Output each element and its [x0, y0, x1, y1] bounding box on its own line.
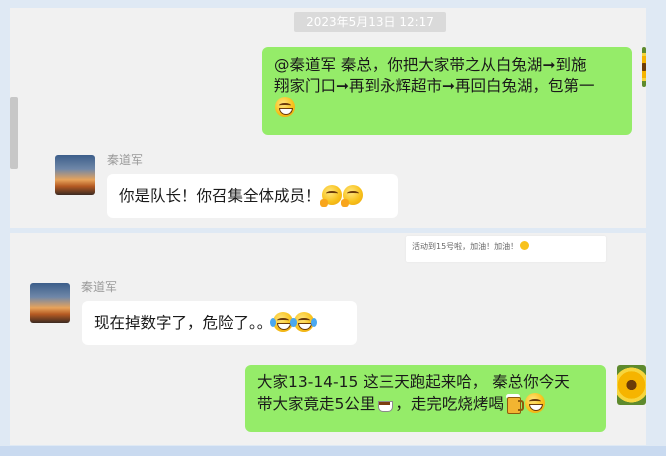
message-text-part: 翔家门口	[274, 77, 337, 95]
avatar-me[interactable]	[617, 365, 646, 405]
arrow-right-icon: ➞	[336, 77, 350, 95]
snippet-text: 活动到15号啦，加油！加油！	[412, 242, 519, 251]
beer-mug-icon	[505, 393, 524, 414]
laugh-cry-icon	[291, 312, 318, 332]
message-text-part: 再到永辉超市	[349, 77, 443, 95]
laugh-cry-icon	[270, 312, 297, 332]
thinking-face-icon	[319, 185, 342, 207]
sender-name: 秦道军	[107, 153, 144, 167]
message-text: 你是队长！你召集全体成员！	[119, 187, 321, 205]
quoted-message-snippet[interactable]: 活动到15号啦，加油！加油！	[406, 236, 606, 262]
thinking-face-icon	[340, 185, 363, 207]
arrow-right-icon: ➞	[442, 77, 456, 95]
message-text-part: @秦道军 秦总，你把大家带之从白兔湖	[274, 56, 543, 74]
message-bubble-received[interactable]: 现在掉数字了，危险了。。	[82, 301, 357, 345]
message-text: 大家13-14-15 这三天跑起来哈， 秦总你今天	[257, 373, 570, 391]
scrollbar-thumb[interactable]	[10, 97, 18, 169]
message-bubble-sent[interactable]: @秦道军 秦总，你把大家带之从白兔湖➞到施 翔家门口➞再到永辉超市➞再回白兔湖，…	[262, 47, 632, 135]
message-text-part: 到施	[555, 56, 587, 74]
avatar-qin-daojun[interactable]	[55, 155, 95, 195]
smile-icon	[520, 241, 530, 250]
avatar-me[interactable]	[642, 47, 646, 87]
arrow-right-icon: ➞	[542, 56, 556, 74]
sender-name: 秦道军	[81, 280, 118, 294]
avatar-qin-daojun[interactable]	[30, 283, 70, 323]
message-text-part: 再回白兔湖，包第一	[455, 77, 595, 95]
message-text: ，走完吃烧烤喝	[395, 395, 504, 413]
grin-icon	[524, 393, 545, 413]
grin-icon	[275, 97, 295, 117]
message-bubble-received[interactable]: 你是队长！你召集全体成员！	[107, 174, 398, 218]
message-bubble-sent[interactable]: 大家13-14-15 这三天跑起来哈， 秦总你今天 带大家竟走5公里 ，走完吃烧烤…	[245, 365, 606, 432]
message-text: 现在掉数字了，危险了。。	[94, 314, 273, 332]
coffee-icon	[377, 397, 395, 412]
message-text: 带大家竟走5公里	[257, 395, 376, 413]
bottom-band	[0, 446, 666, 456]
message-timestamp: 2023年5月13日 12:17	[294, 12, 446, 32]
